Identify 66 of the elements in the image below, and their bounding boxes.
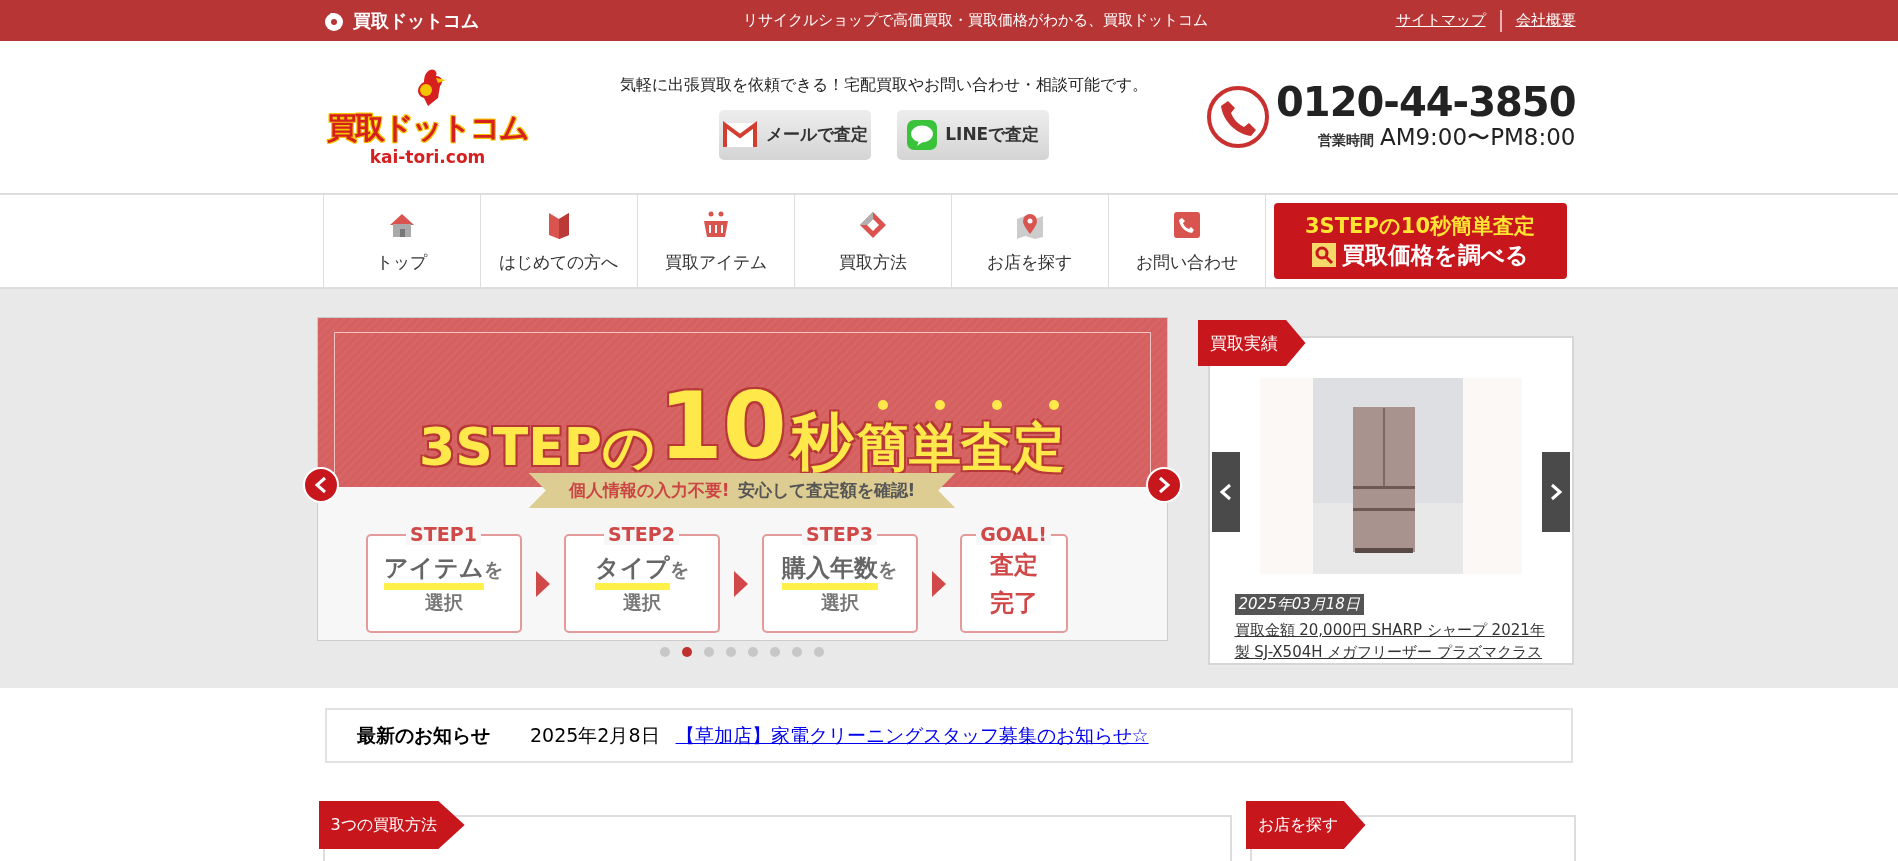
carousel-dot[interactable] bbox=[814, 647, 824, 657]
banner-title: 秒 bbox=[790, 411, 853, 473]
nav-item[interactable]: はじめての方へ bbox=[479, 195, 637, 287]
news-date: 2025年2月8日 bbox=[530, 722, 660, 748]
ribbon-text: 個人情報の入力不要! bbox=[568, 479, 730, 502]
banner-title: 簡単査定 bbox=[856, 421, 1065, 473]
step-action: 選択 bbox=[424, 589, 463, 615]
result-link[interactable]: 買取金額 20,000円 SHARP シャープ 2021年製 SJ-X504H メガフリーザー プラズマクラス bbox=[1234, 619, 1552, 663]
chevron-right-icon bbox=[1156, 476, 1171, 494]
search-icon bbox=[1311, 243, 1336, 267]
ribbon-text: 安心して査定額を確認! bbox=[737, 479, 916, 502]
brand-name: 買取ドットコム bbox=[352, 8, 479, 33]
step-action: 選択 bbox=[622, 589, 661, 615]
banner-title: 3STEPの bbox=[419, 421, 655, 473]
banner-title: 10 bbox=[658, 381, 787, 473]
carousel-dot[interactable] bbox=[660, 647, 670, 657]
mail-icon bbox=[722, 120, 759, 149]
business-hours: AM9:00〜PM8:00 bbox=[1379, 122, 1576, 152]
carousel-dot[interactable] bbox=[704, 647, 714, 657]
carousel-dot[interactable] bbox=[770, 647, 780, 657]
triangle-arrow-icon bbox=[535, 570, 550, 597]
hours-label: 営業時間 bbox=[1317, 131, 1374, 150]
carousel-dot[interactable] bbox=[748, 647, 758, 657]
carousel-dot[interactable] bbox=[726, 647, 736, 657]
next-button[interactable] bbox=[1541, 452, 1570, 532]
banner-slide[interactable]: 3STEPの 10秒簡単査定 個人情報の入力不要! 安心して査定額を確認! STEP1 アイテムを 選択 STEP2 タイプを 選択 STEP3 購入年数を 選択 GOAL! 査定 完了 bbox=[316, 317, 1168, 641]
top-link[interactable]: 会社概要 bbox=[1515, 11, 1576, 30]
triangle-arrow-icon bbox=[733, 570, 748, 597]
nav-item[interactable]: トップ bbox=[322, 195, 480, 287]
section-tag: お店を探す bbox=[1245, 801, 1366, 849]
triangle-arrow-icon bbox=[931, 570, 946, 597]
carousel-dot[interactable] bbox=[792, 647, 802, 657]
logo-domain: kai-tori.com bbox=[369, 146, 486, 167]
section-tag: 買取実績 bbox=[1197, 320, 1306, 366]
tagline: リサイクルショップで高価買取・買取価格がわかる、買取ドットコム bbox=[742, 11, 1209, 30]
chevron-right-icon bbox=[1548, 483, 1563, 501]
step-suffix: を bbox=[669, 557, 689, 582]
header-message: 気軽に出張買取を依頼できる！宅配買取やお問い合わせ・相談可能です。 bbox=[620, 74, 1149, 96]
nav-item[interactable]: お店を探す bbox=[950, 195, 1108, 287]
previous-button[interactable] bbox=[302, 467, 339, 503]
step-suffix: を bbox=[878, 557, 897, 582]
previous-button[interactable] bbox=[1211, 452, 1240, 532]
section-tag: 3つの買取方法 bbox=[318, 801, 465, 849]
step-action: 完了 bbox=[989, 587, 1038, 619]
phone-icon bbox=[1205, 85, 1270, 149]
result-date: 2025年03月18日 bbox=[1234, 594, 1364, 615]
chevron-left-icon bbox=[313, 476, 328, 494]
carousel-dot[interactable] bbox=[682, 647, 692, 657]
logo-name[interactable]: 買取ドットコム bbox=[327, 107, 528, 149]
phone-number[interactable]: 0120-44-3850 bbox=[1275, 81, 1576, 122]
news-link[interactable]: 【草加店】家電クリーニングスタッフ募集のお知らせ☆ bbox=[675, 722, 1149, 749]
appraisal-banner-button[interactable]: 3STEPの10秒簡単査定 買取価格を調べる bbox=[1273, 203, 1567, 279]
step-action: 選択 bbox=[820, 589, 859, 615]
nav-item[interactable]: お問い合わせ bbox=[1107, 195, 1266, 287]
top-link[interactable]: サイトマップ bbox=[1395, 11, 1486, 30]
cta-headline: 3STEPの10秒簡単査定 bbox=[1305, 212, 1535, 240]
news-heading: 最新のお知らせ bbox=[357, 722, 490, 748]
step-title: 査定 bbox=[989, 549, 1038, 581]
appraisal-button[interactable]: メールで査定 bbox=[719, 109, 872, 160]
nav-item[interactable]: 買取アイテム bbox=[636, 195, 794, 287]
chevron-left-icon bbox=[1218, 483, 1233, 501]
step-suffix: を bbox=[484, 556, 503, 582]
cta-label: 買取価格を調べる bbox=[1341, 240, 1529, 270]
nav-item[interactable]: 買取方法 bbox=[793, 195, 951, 287]
chat-bubble-icon bbox=[907, 119, 938, 150]
appraisal-button[interactable]: LINEで査定 bbox=[897, 109, 1050, 160]
